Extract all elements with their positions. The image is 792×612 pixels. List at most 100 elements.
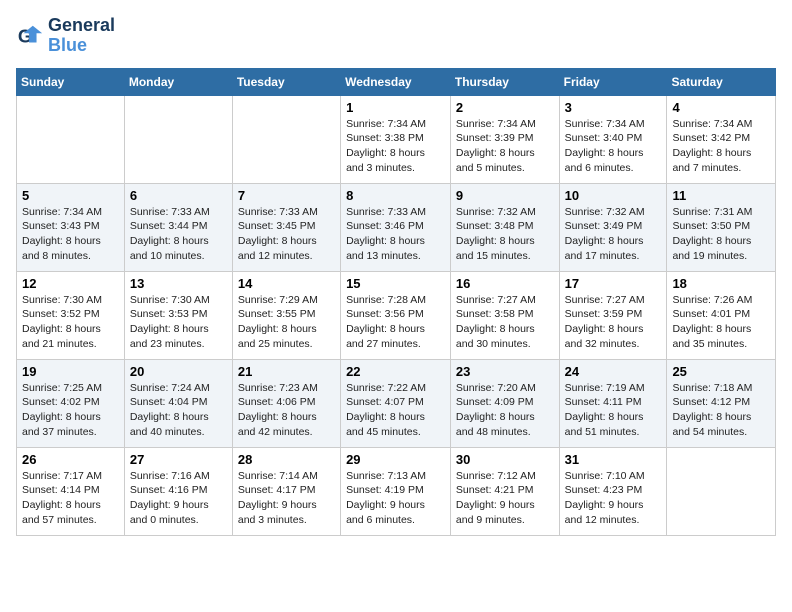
days-header-row: SundayMondayTuesdayWednesdayThursdayFrid… <box>17 68 776 95</box>
day-number: 15 <box>346 276 445 291</box>
calendar-cell: 20Sunrise: 7:24 AM Sunset: 4:04 PM Dayli… <box>124 359 232 447</box>
logo-line2: Blue <box>48 36 115 56</box>
day-number: 18 <box>672 276 770 291</box>
cell-info: Sunrise: 7:12 AM Sunset: 4:21 PM Dayligh… <box>456 469 554 528</box>
cell-info: Sunrise: 7:33 AM Sunset: 3:45 PM Dayligh… <box>238 205 335 264</box>
calendar-cell: 4 Sunrise: 7:34 AM Sunset: 3:42 PM Daylig… <box>667 95 776 183</box>
cell-info: Sunrise: 7:25 AM Sunset: 4:02 PM Dayligh… <box>22 381 119 440</box>
calendar-cell: 11 Sunrise: 7:31 AM Sunset: 3:50 PM Dayli… <box>667 183 776 271</box>
day-number: 1 <box>346 100 445 115</box>
cell-info: Sunrise: 7:34 AM Sunset: 3:42 PM Dayligh… <box>672 117 770 176</box>
calendar-cell: 8Sunrise: 7:33 AM Sunset: 3:46 PM Daylig… <box>341 183 451 271</box>
calendar-cell: 27 Sunrise: 7:16 AM Sunset: 4:16 PM Dayli… <box>124 447 232 535</box>
day-header-friday: Friday <box>559 68 667 95</box>
week-row-5: 26 Sunrise: 7:17 AM Sunset: 4:14 PM Dayli… <box>17 447 776 535</box>
calendar-cell: 18 Sunrise: 7:26 AM Sunset: 4:01 PM Dayli… <box>667 271 776 359</box>
logo-line1: General <box>48 16 115 36</box>
calendar-cell: 31 Sunrise: 7:10 AM Sunset: 4:23 PM Dayli… <box>559 447 667 535</box>
day-header-monday: Monday <box>124 68 232 95</box>
day-header-sunday: Sunday <box>17 68 125 95</box>
day-number: 9 <box>456 188 554 203</box>
calendar-cell: 24 Sunrise: 7:19 AM Sunset: 4:11 PM Dayli… <box>559 359 667 447</box>
week-row-3: 12Sunrise: 7:30 AM Sunset: 3:52 PM Dayli… <box>17 271 776 359</box>
cell-info: Sunrise: 7:27 AM Sunset: 3:59 PM Dayligh… <box>565 293 662 352</box>
day-number: 30 <box>456 452 554 467</box>
calendar-cell: 29 Sunrise: 7:13 AM Sunset: 4:19 PM Dayli… <box>341 447 451 535</box>
calendar-cell: 26 Sunrise: 7:17 AM Sunset: 4:14 PM Dayli… <box>17 447 125 535</box>
calendar-cell: 9Sunrise: 7:32 AM Sunset: 3:48 PM Daylig… <box>450 183 559 271</box>
cell-info: Sunrise: 7:16 AM Sunset: 4:16 PM Dayligh… <box>130 469 227 528</box>
week-row-4: 19 Sunrise: 7:25 AM Sunset: 4:02 PM Dayli… <box>17 359 776 447</box>
cell-info: Sunrise: 7:22 AM Sunset: 4:07 PM Dayligh… <box>346 381 445 440</box>
day-number: 11 <box>672 188 770 203</box>
day-number: 10 <box>565 188 662 203</box>
cell-info: Sunrise: 7:13 AM Sunset: 4:19 PM Dayligh… <box>346 469 445 528</box>
calendar-cell: 22 Sunrise: 7:22 AM Sunset: 4:07 PM Dayli… <box>341 359 451 447</box>
day-number: 7 <box>238 188 335 203</box>
day-number: 21 <box>238 364 335 379</box>
calendar-cell: 16Sunrise: 7:27 AM Sunset: 3:58 PM Dayli… <box>450 271 559 359</box>
cell-info: Sunrise: 7:34 AM Sunset: 3:39 PM Dayligh… <box>456 117 554 176</box>
calendar-cell: 21Sunrise: 7:23 AM Sunset: 4:06 PM Dayli… <box>232 359 340 447</box>
day-number: 19 <box>22 364 119 379</box>
cell-info: Sunrise: 7:18 AM Sunset: 4:12 PM Dayligh… <box>672 381 770 440</box>
day-number: 8 <box>346 188 445 203</box>
calendar-cell: 2 Sunrise: 7:34 AM Sunset: 3:39 PM Daylig… <box>450 95 559 183</box>
day-number: 26 <box>22 452 119 467</box>
calendar-cell: 30 Sunrise: 7:12 AM Sunset: 4:21 PM Dayli… <box>450 447 559 535</box>
week-row-2: 5 Sunrise: 7:34 AM Sunset: 3:43 PM Daylig… <box>17 183 776 271</box>
cell-info: Sunrise: 7:10 AM Sunset: 4:23 PM Dayligh… <box>565 469 662 528</box>
calendar-cell <box>232 95 340 183</box>
calendar-cell: 5 Sunrise: 7:34 AM Sunset: 3:43 PM Daylig… <box>17 183 125 271</box>
day-number: 22 <box>346 364 445 379</box>
day-number: 24 <box>565 364 662 379</box>
day-number: 2 <box>456 100 554 115</box>
day-number: 6 <box>130 188 227 203</box>
day-number: 3 <box>565 100 662 115</box>
cell-info: Sunrise: 7:34 AM Sunset: 3:38 PM Dayligh… <box>346 117 445 176</box>
day-number: 13 <box>130 276 227 291</box>
day-number: 14 <box>238 276 335 291</box>
calendar-cell: 7 Sunrise: 7:33 AM Sunset: 3:45 PM Daylig… <box>232 183 340 271</box>
calendar-table: SundayMondayTuesdayWednesdayThursdayFrid… <box>16 68 776 536</box>
calendar-cell: 14Sunrise: 7:29 AM Sunset: 3:55 PM Dayli… <box>232 271 340 359</box>
header: G General Blue <box>16 16 776 56</box>
calendar-cell: 23 Sunrise: 7:20 AM Sunset: 4:09 PM Dayli… <box>450 359 559 447</box>
day-header-saturday: Saturday <box>667 68 776 95</box>
day-number: 27 <box>130 452 227 467</box>
day-number: 4 <box>672 100 770 115</box>
cell-info: Sunrise: 7:34 AM Sunset: 3:40 PM Dayligh… <box>565 117 662 176</box>
cell-info: Sunrise: 7:26 AM Sunset: 4:01 PM Dayligh… <box>672 293 770 352</box>
calendar-cell: 1 Sunrise: 7:34 AM Sunset: 3:38 PM Daylig… <box>341 95 451 183</box>
calendar-cell: 6 Sunrise: 7:33 AM Sunset: 3:44 PM Daylig… <box>124 183 232 271</box>
calendar-cell: 10 Sunrise: 7:32 AM Sunset: 3:49 PM Dayli… <box>559 183 667 271</box>
calendar-cell <box>124 95 232 183</box>
cell-info: Sunrise: 7:31 AM Sunset: 3:50 PM Dayligh… <box>672 205 770 264</box>
cell-info: Sunrise: 7:34 AM Sunset: 3:43 PM Dayligh… <box>22 205 119 264</box>
cell-info: Sunrise: 7:28 AM Sunset: 3:56 PM Dayligh… <box>346 293 445 352</box>
cell-info: Sunrise: 7:17 AM Sunset: 4:14 PM Dayligh… <box>22 469 119 528</box>
day-number: 28 <box>238 452 335 467</box>
calendar-cell: 13Sunrise: 7:30 AM Sunset: 3:53 PM Dayli… <box>124 271 232 359</box>
cell-info: Sunrise: 7:24 AM Sunset: 4:04 PM Dayligh… <box>130 381 227 440</box>
logo: G General Blue <box>16 16 115 56</box>
day-number: 5 <box>22 188 119 203</box>
calendar-cell: 3 Sunrise: 7:34 AM Sunset: 3:40 PM Daylig… <box>559 95 667 183</box>
cell-info: Sunrise: 7:33 AM Sunset: 3:44 PM Dayligh… <box>130 205 227 264</box>
calendar-cell: 12Sunrise: 7:30 AM Sunset: 3:52 PM Dayli… <box>17 271 125 359</box>
day-header-thursday: Thursday <box>450 68 559 95</box>
cell-info: Sunrise: 7:32 AM Sunset: 3:49 PM Dayligh… <box>565 205 662 264</box>
day-number: 23 <box>456 364 554 379</box>
cell-info: Sunrise: 7:20 AM Sunset: 4:09 PM Dayligh… <box>456 381 554 440</box>
day-number: 25 <box>672 364 770 379</box>
calendar-cell: 17Sunrise: 7:27 AM Sunset: 3:59 PM Dayli… <box>559 271 667 359</box>
day-header-tuesday: Tuesday <box>232 68 340 95</box>
day-number: 16 <box>456 276 554 291</box>
day-header-wednesday: Wednesday <box>341 68 451 95</box>
day-number: 12 <box>22 276 119 291</box>
day-number: 31 <box>565 452 662 467</box>
calendar-cell: 19 Sunrise: 7:25 AM Sunset: 4:02 PM Dayli… <box>17 359 125 447</box>
cell-info: Sunrise: 7:19 AM Sunset: 4:11 PM Dayligh… <box>565 381 662 440</box>
day-number: 29 <box>346 452 445 467</box>
calendar-cell: 25 Sunrise: 7:18 AM Sunset: 4:12 PM Dayli… <box>667 359 776 447</box>
